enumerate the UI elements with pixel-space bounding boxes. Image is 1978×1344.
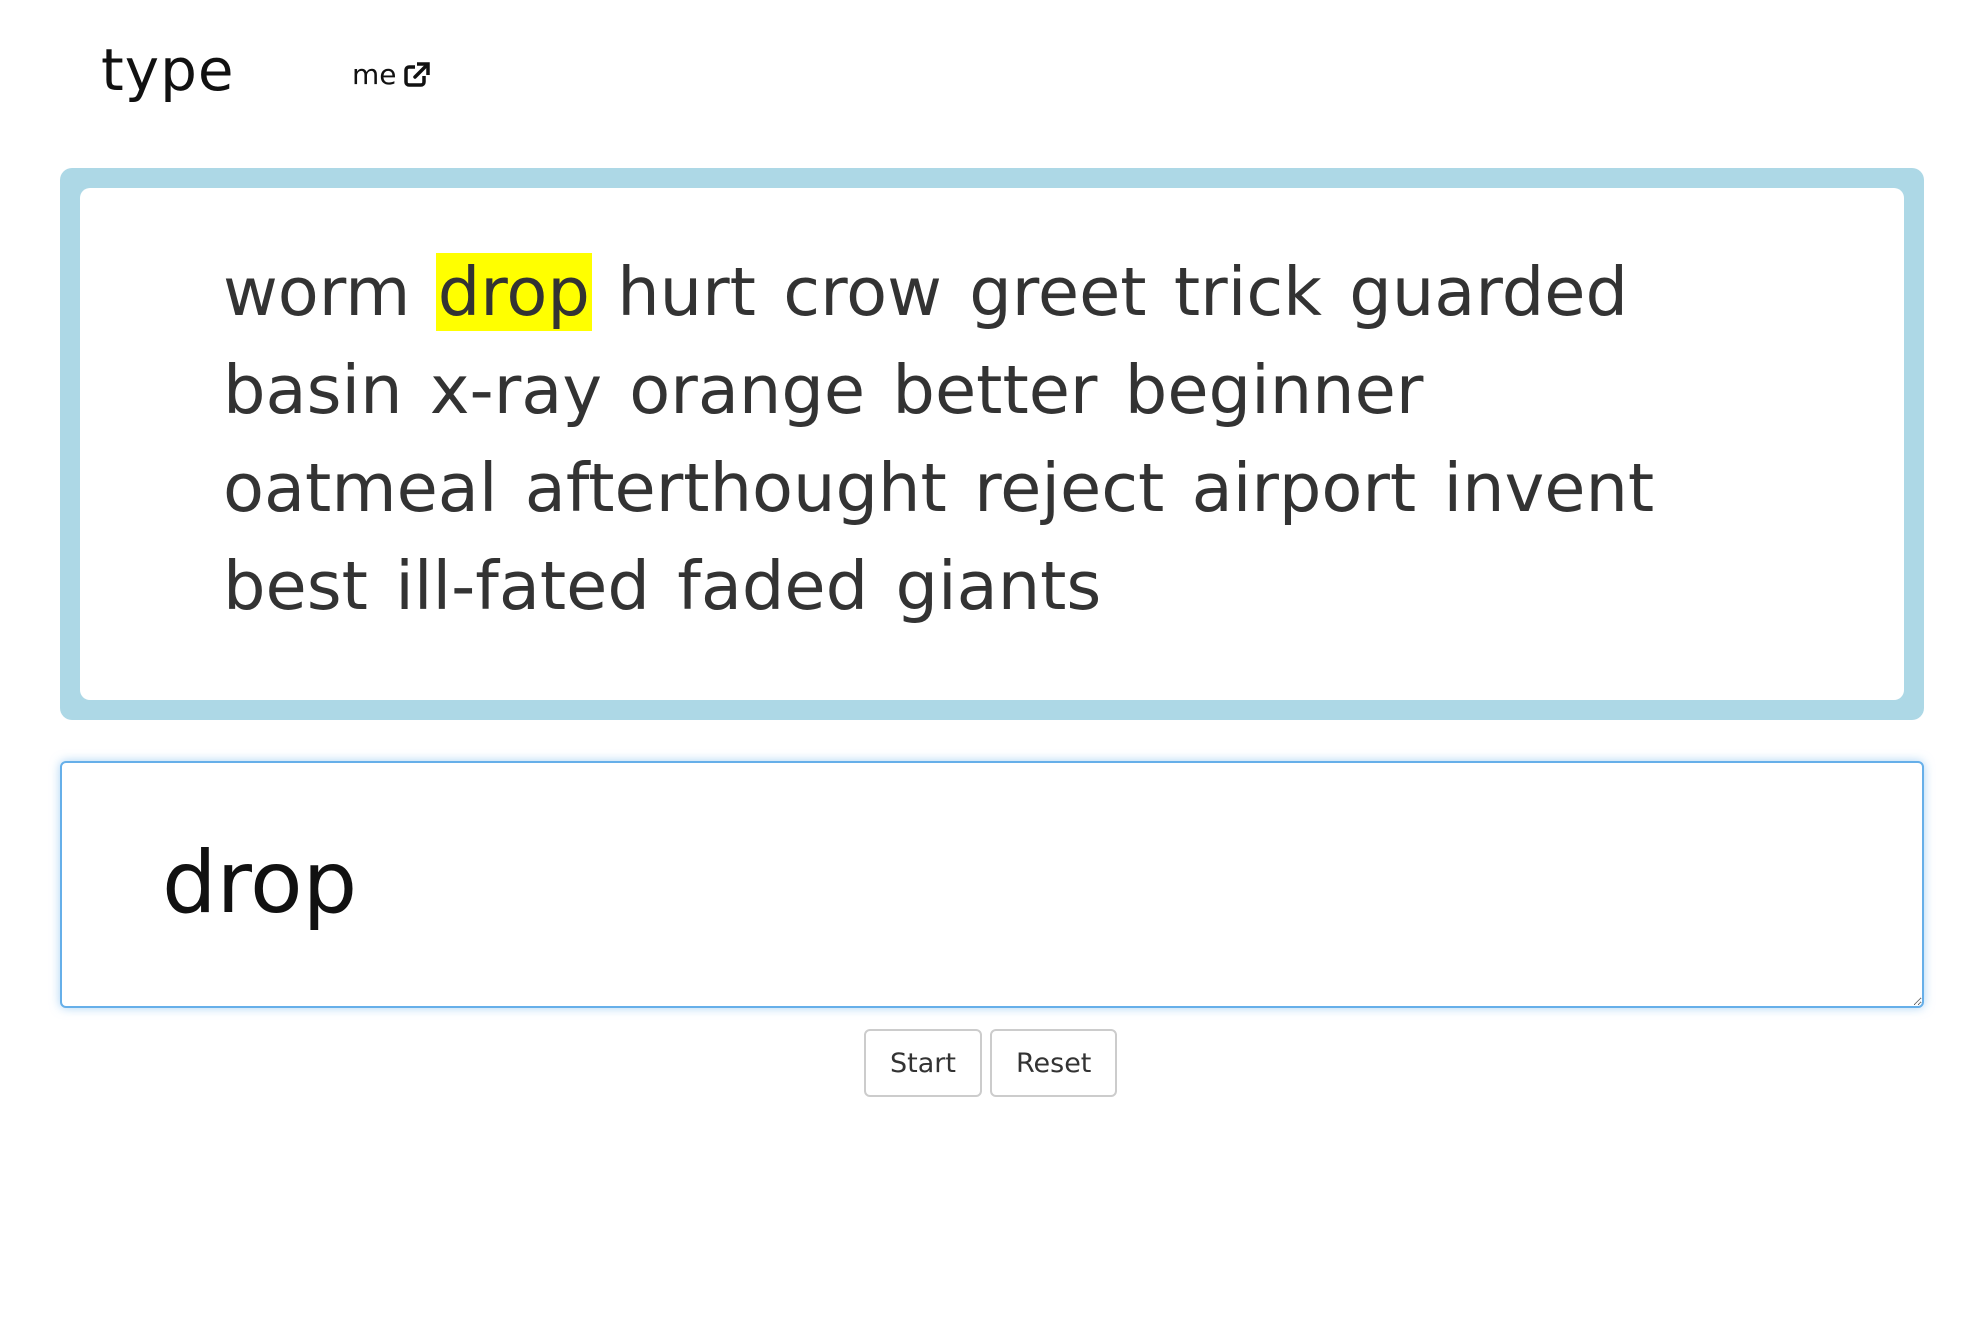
controls: Start Reset (864, 1029, 1118, 1097)
word: oatmeal (223, 449, 498, 527)
word: orange (629, 351, 866, 429)
word: hurt (617, 253, 756, 331)
word: basin (223, 351, 403, 429)
word-panel: worm drop hurt crow greet trick guarded … (60, 168, 1924, 720)
word-list: worm drop hurt crow greet trick guarded … (221, 243, 1724, 635)
typing-input[interactable]: drop (60, 761, 1924, 1008)
word: faded (677, 547, 869, 625)
word: ill-fated (395, 547, 650, 625)
word: reject (974, 449, 1165, 527)
word: airport (1191, 449, 1417, 527)
word: beginner (1124, 351, 1424, 429)
word: afterthought (524, 449, 947, 527)
word: trick (1173, 253, 1322, 331)
me-link-label: me (352, 57, 397, 91)
word-panel-content: worm drop hurt crow greet trick guarded … (80, 188, 1904, 700)
me-link[interactable]: me (352, 52, 431, 96)
start-button[interactable]: Start (864, 1029, 982, 1097)
word: best (223, 547, 368, 625)
word: giants (895, 547, 1102, 625)
word: x-ray (429, 351, 602, 429)
navbar: type me (0, 0, 1978, 150)
brand-logo[interactable]: type (101, 32, 235, 108)
external-link-icon (403, 60, 431, 88)
word: better (892, 351, 1098, 429)
word: guarded (1349, 253, 1628, 331)
word: greet (969, 253, 1147, 331)
word: crow (783, 253, 942, 331)
current-word: drop (435, 253, 592, 331)
word: invent (1443, 449, 1655, 527)
reset-button[interactable]: Reset (989, 1029, 1118, 1097)
word: worm (223, 253, 411, 331)
